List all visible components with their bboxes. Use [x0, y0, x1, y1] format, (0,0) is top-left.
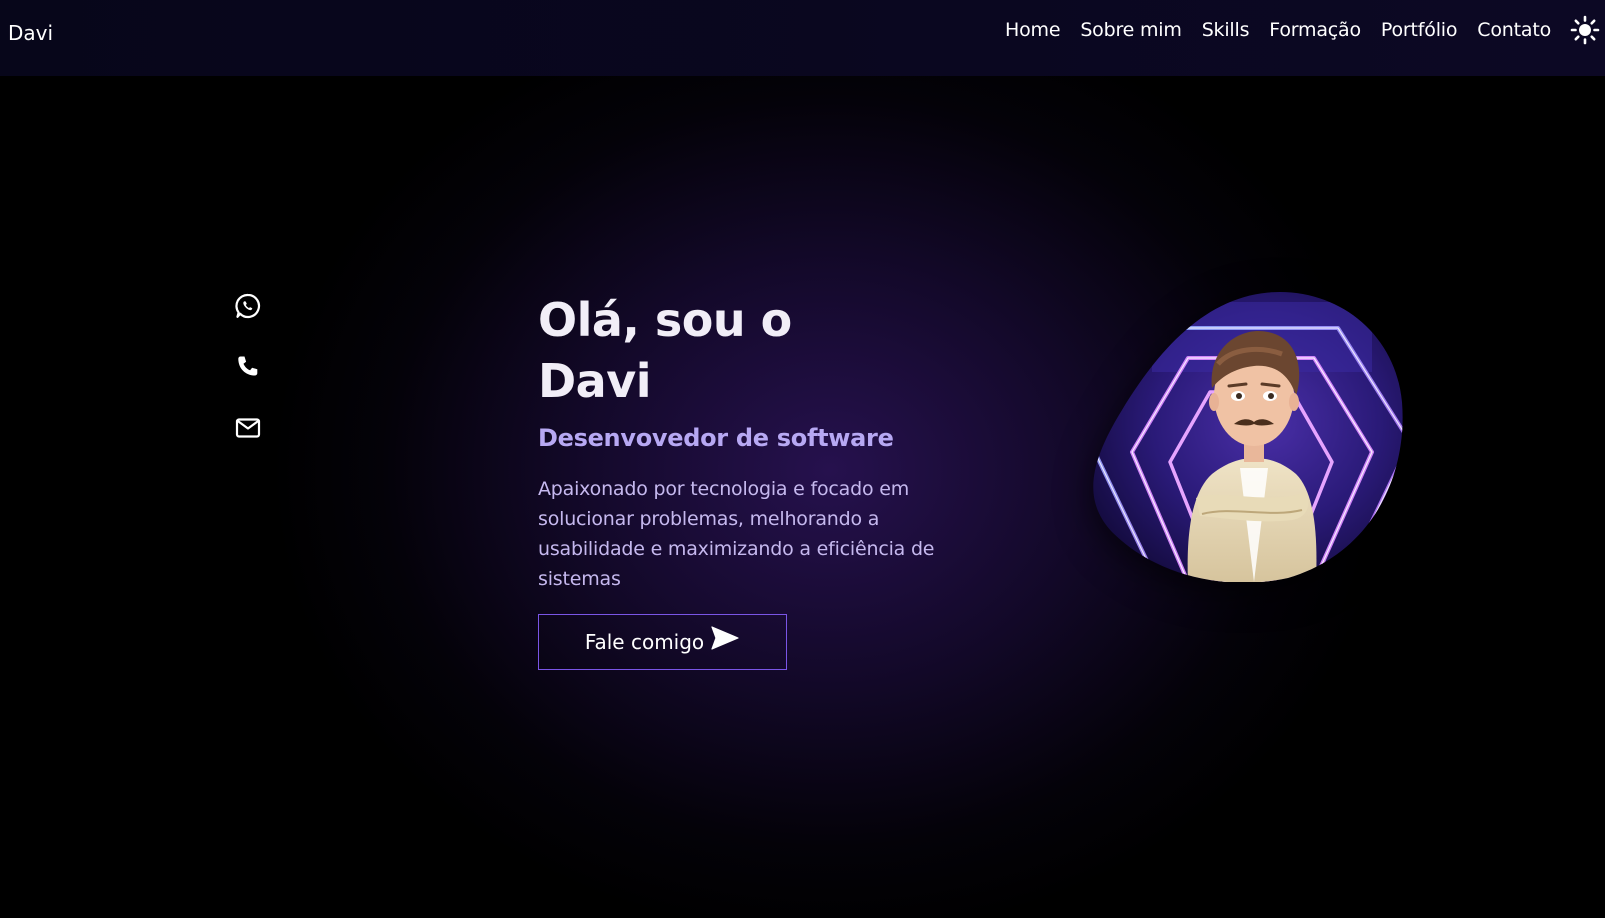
- nav-home[interactable]: Home: [1005, 16, 1061, 44]
- hero-subtitle: Desenvovedor de software: [538, 424, 894, 452]
- header: Davi Home Sobre mim Skills Formação Port…: [0, 0, 1605, 76]
- social-links: [234, 292, 262, 475]
- nav-sobre-mim[interactable]: Sobre mim: [1080, 16, 1182, 44]
- nav-portfolio[interactable]: Portfólio: [1381, 16, 1458, 44]
- phone-icon[interactable]: [234, 353, 262, 381]
- theme-toggle-button[interactable]: [1569, 14, 1601, 46]
- whatsapp-icon[interactable]: [234, 292, 262, 320]
- nav-formacao[interactable]: Formação: [1269, 16, 1361, 44]
- send-icon: [711, 626, 739, 650]
- contact-me-button[interactable]: Fale comigo: [538, 614, 787, 670]
- nav-contato[interactable]: Contato: [1477, 16, 1551, 44]
- main-nav: Home Sobre mim Skills Formação Portfólio…: [985, 15, 1601, 45]
- page: Davi Home Sobre mim Skills Formação Port…: [0, 0, 1605, 918]
- hero-description: Apaixonado por tecnologia e focado em so…: [538, 478, 935, 590]
- contact-me-label: Fale comigo: [584, 630, 705, 654]
- nav-skills[interactable]: Skills: [1202, 16, 1250, 44]
- hero-section: Olá, sou o Davi Desenvovedor de software…: [538, 290, 958, 670]
- avatar: [1092, 292, 1408, 583]
- avatar-illustration: [1093, 292, 1403, 583]
- mail-icon[interactable]: [234, 414, 262, 442]
- sun-icon: [1570, 15, 1600, 45]
- logo[interactable]: Davi: [8, 20, 53, 46]
- hero-title: Olá, sou o Davi: [538, 293, 792, 408]
